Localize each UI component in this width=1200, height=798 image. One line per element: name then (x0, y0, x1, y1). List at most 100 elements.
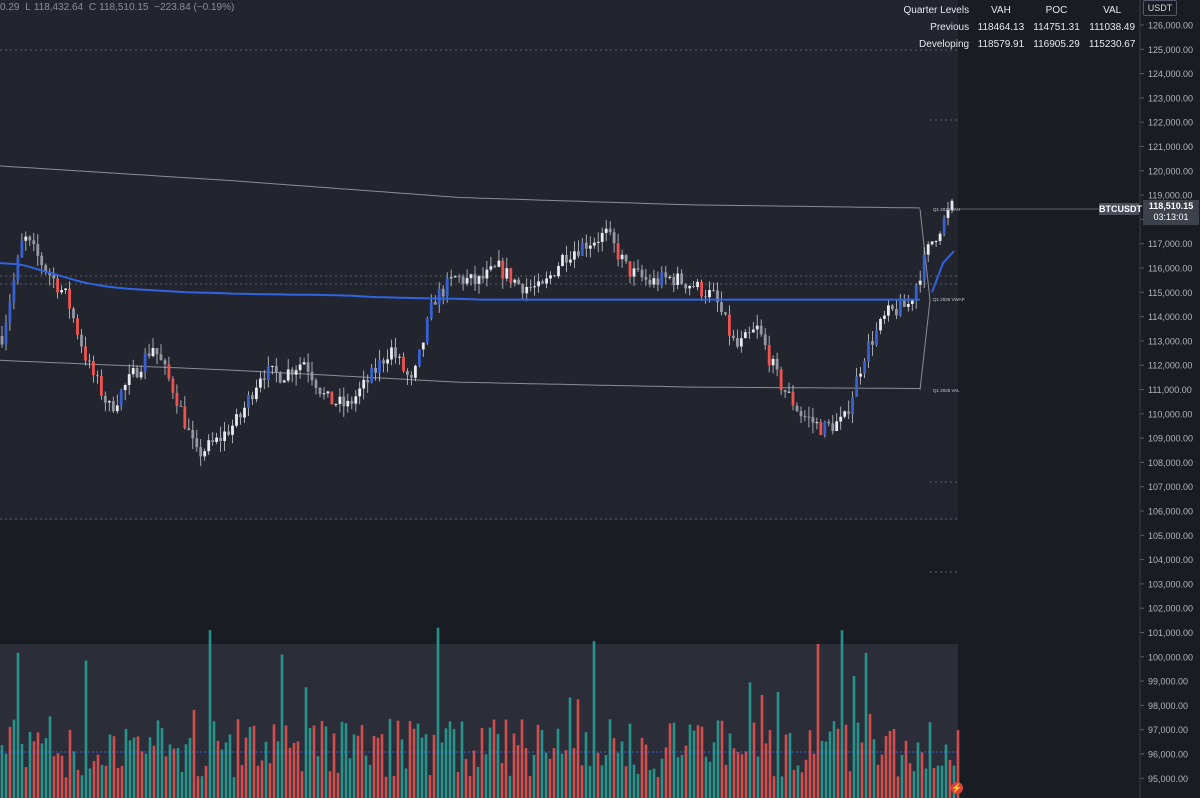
candle-body (906, 304, 910, 307)
candle-body (632, 268, 636, 277)
candle-body (684, 283, 688, 289)
candle-body (346, 400, 350, 407)
candle-body (354, 396, 358, 404)
volume-bar (420, 737, 424, 798)
volume-bar (76, 769, 80, 798)
ohlc-close-value: 118,510.15 (99, 2, 149, 13)
candle-body (199, 447, 203, 457)
candle-body (918, 280, 922, 285)
candle-body (306, 362, 310, 372)
candle-body (664, 272, 668, 278)
volume-bar (560, 753, 564, 798)
volume-bar (704, 756, 708, 798)
candle-body (759, 325, 763, 335)
volume-bar (664, 747, 668, 798)
candle-body (887, 305, 890, 316)
volume-bar (572, 748, 576, 798)
candle-body (557, 266, 560, 277)
volume-bar (56, 753, 60, 798)
volume-bar (548, 758, 552, 798)
currency-unit-button[interactable]: USDT (1143, 0, 1177, 16)
volume-bar (440, 742, 444, 798)
candle-body (96, 375, 99, 377)
volume-bar (108, 734, 112, 798)
candle-body (239, 414, 242, 418)
volume-bar (392, 775, 396, 798)
volume-bar (788, 732, 792, 798)
candle-body (155, 348, 159, 355)
volume-bar (940, 765, 944, 798)
price-chart[interactable]: 126,000.00 125,000.00 124,000.00 123,000.00… (0, 0, 1200, 798)
y-axis-tick-label: 102,000.00 (1148, 604, 1193, 614)
volume-bar (808, 730, 812, 798)
candle-body (135, 368, 139, 378)
volume-bar (48, 716, 52, 798)
volume-bar (360, 725, 364, 798)
candle-body (827, 421, 831, 424)
volume-bar (840, 630, 844, 798)
candle-body (855, 376, 858, 397)
candle-body (875, 330, 878, 345)
volume-bar (880, 754, 884, 798)
candle-body (704, 296, 707, 298)
candle-body (207, 440, 211, 452)
volume-bar (616, 752, 620, 798)
candle-body (437, 288, 441, 305)
candle-body (922, 254, 926, 281)
volume-bar (856, 722, 860, 798)
volume-bar (16, 652, 20, 798)
volume-bar (96, 754, 100, 798)
volume-bar (432, 734, 436, 798)
candle-body (425, 318, 429, 343)
volume-bar (344, 723, 348, 798)
volume-bar (332, 733, 336, 798)
candle-body (732, 335, 735, 338)
volume-bar (860, 742, 864, 798)
volume-bar (496, 733, 500, 798)
candle-body (648, 279, 652, 285)
candle-body (64, 288, 67, 290)
volume-bar (488, 727, 492, 798)
ohlc-readout: 0.29 L 118,432.64 C 118,510.15 −223.84 (−0… (0, 2, 237, 13)
volume-bar (60, 755, 64, 798)
candle-body (402, 356, 405, 371)
volume-bar (472, 750, 476, 798)
vwap-annotation: Q1 2025 VWAP (933, 297, 965, 302)
candle-body (700, 281, 703, 297)
candle-body (608, 228, 612, 233)
candle-body (592, 242, 596, 246)
y-axis-tick-label: 125,000.00 (1148, 45, 1193, 55)
volume-bar (724, 764, 728, 798)
candle-body (481, 276, 485, 279)
candle-body (616, 243, 620, 260)
volume-bar (232, 777, 236, 798)
candle-body (266, 366, 270, 380)
y-axis-tick-label: 126,000.00 (1148, 21, 1193, 31)
volume-bar (944, 744, 948, 798)
candle-body (879, 319, 882, 331)
volume-bar (628, 723, 632, 798)
candle-body (382, 360, 385, 364)
y-axis-tick-label: 99,000.00 (1148, 677, 1188, 687)
volume-bar (868, 714, 872, 798)
candle-body (143, 353, 147, 372)
volume-bar (316, 756, 320, 798)
volume-bar (700, 726, 704, 798)
candle-body (223, 431, 226, 441)
candle-body (219, 437, 222, 441)
volume-bar (196, 776, 200, 798)
levels-cell: 118464.13 (977, 22, 1025, 33)
volume-bar (740, 754, 744, 798)
volume-bar (524, 748, 528, 798)
volume-bar (456, 772, 460, 798)
candle-body (807, 416, 811, 418)
candle-body (350, 400, 354, 404)
tradingview-logo-icon[interactable]: ⚡ (951, 782, 963, 794)
volume-bar (916, 742, 920, 798)
candle-body (28, 236, 32, 241)
volume-bar (736, 752, 740, 798)
volume-bar (384, 776, 388, 798)
candle-body (167, 364, 171, 379)
candle-body (414, 365, 417, 378)
volume-bar (148, 737, 152, 798)
